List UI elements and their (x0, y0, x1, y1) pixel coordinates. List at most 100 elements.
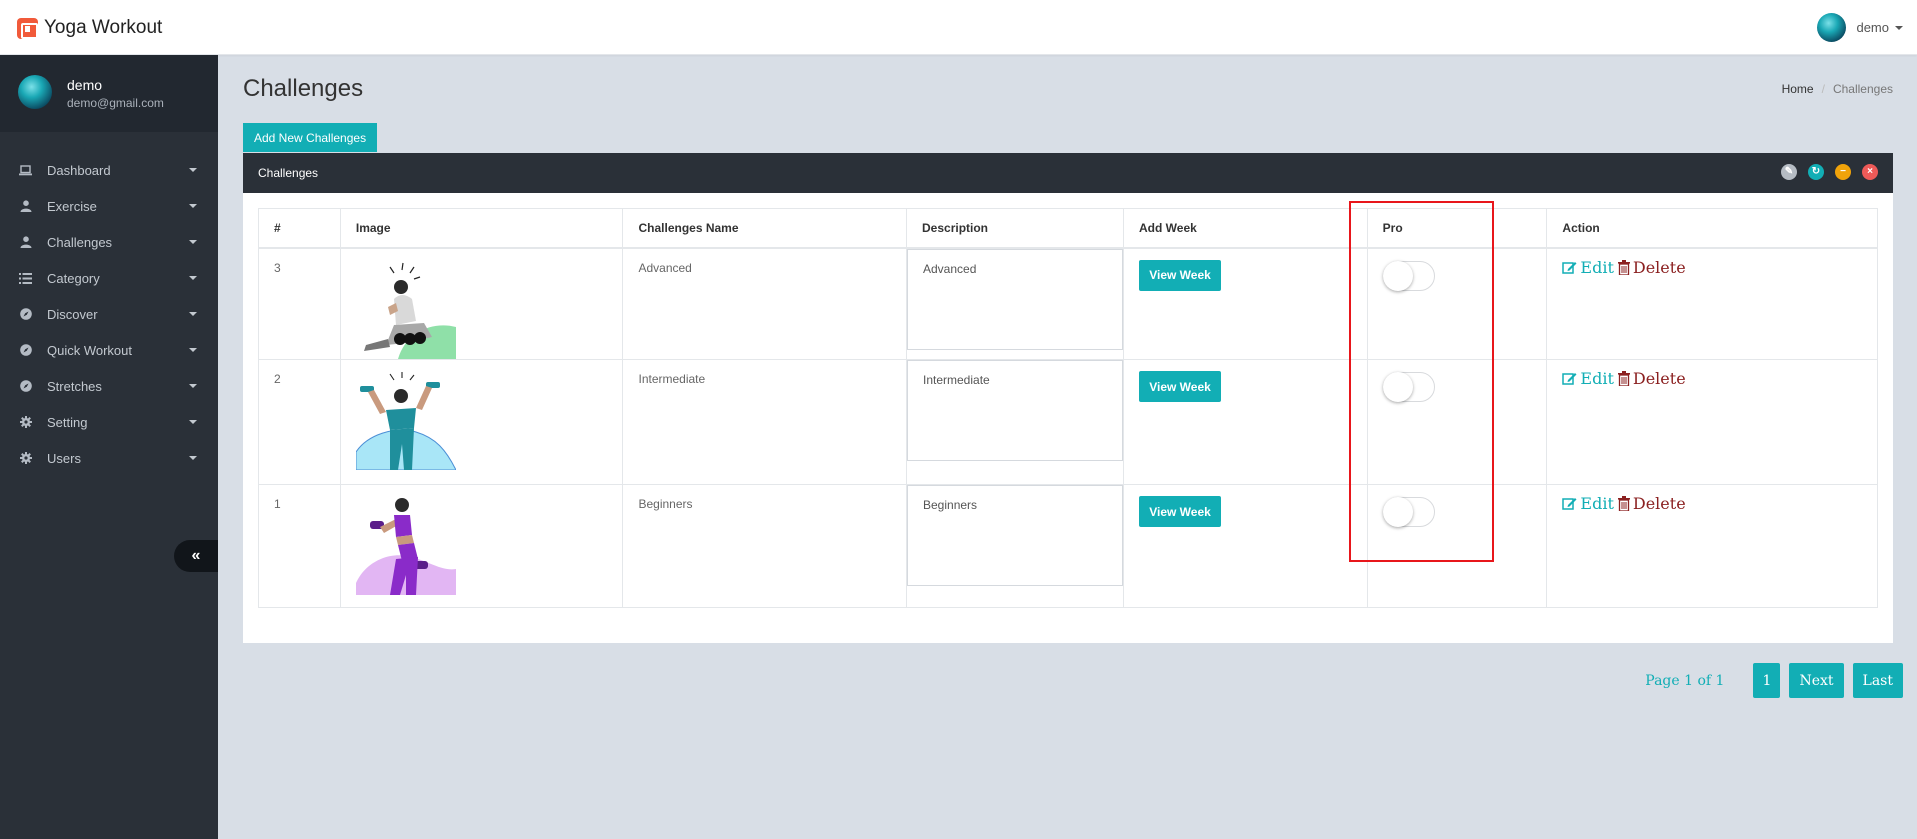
avatar (18, 75, 52, 109)
edit-label: Edit (1580, 369, 1614, 388)
refresh-icon[interactable]: ↻ (1808, 164, 1824, 180)
table-row: 3 Advanced Advanced View Week Edit Delet… (258, 247, 1878, 360)
add-week-cell: View Week (1123, 247, 1368, 360)
delete-label: Delete (1632, 369, 1686, 388)
sidebar-item-label: Stretches (47, 378, 102, 394)
table-header-row: # Image Challenges Name Description Add … (258, 208, 1878, 249)
trash-icon (1617, 496, 1630, 511)
chevron-down-icon (189, 456, 197, 460)
avatar (1817, 13, 1847, 42)
column-header[interactable]: Action (1546, 208, 1878, 249)
top-navbar: Yoga Workout demo (0, 0, 1917, 55)
chevron-down-icon (189, 384, 197, 388)
challenges-table: # Image Challenges Name Description Add … (258, 208, 1878, 608)
trash-icon (1617, 371, 1630, 386)
breadcrumb-current: Challenges (1832, 82, 1893, 96)
sidebar-item-stretches[interactable]: Stretches (0, 368, 218, 404)
sidebar-item-setting[interactable]: Setting (0, 404, 218, 440)
column-header[interactable]: Challenges Name (622, 208, 907, 249)
column-header[interactable]: Add Week (1123, 208, 1368, 249)
description-box: Beginners (907, 485, 1123, 586)
sidebar-item-label: Challenges (47, 234, 113, 250)
description-box: Advanced (907, 248, 1123, 350)
pro-toggle[interactable] (1382, 497, 1435, 527)
table-row: 2 Intermediate Intermediate View Week Ed… (258, 359, 1878, 485)
panel-header: Challenges ✎ ↻ − × (243, 153, 1893, 193)
challenge-name: Beginners (622, 484, 907, 608)
sidebar-item-category[interactable]: Category (0, 260, 218, 296)
breadcrumb-home-link[interactable]: Home (1782, 82, 1814, 96)
edit-icon[interactable]: ✎ (1781, 164, 1797, 180)
row-image-cell (339, 359, 624, 485)
user-icon (19, 200, 32, 213)
table-row: 1 Beginners Beginners View Week Edit Del… (258, 484, 1878, 608)
sidebar-collapse-button[interactable]: « (174, 540, 218, 572)
chevron-down-icon (189, 348, 197, 352)
column-header[interactable]: Description (906, 208, 1124, 249)
description-box: Intermediate (907, 360, 1123, 461)
row-actions: Edit Delete (1562, 369, 1862, 388)
user-name: demo (1856, 20, 1889, 35)
sidebar-item-label: Exercise (47, 198, 97, 214)
sidebar-item-label: Setting (47, 414, 88, 430)
breadcrumb: Home / Challenges (1782, 82, 1893, 96)
challenge-name: Intermediate (622, 359, 907, 485)
edit-icon (1562, 261, 1577, 274)
sidebar-item-users[interactable]: Users (0, 440, 218, 476)
compass-icon (19, 344, 32, 357)
minimize-icon[interactable]: − (1835, 164, 1851, 180)
add-new-challenge-button[interactable]: Add New Challenges (243, 123, 378, 152)
user-menu[interactable]: demo (1817, 13, 1903, 42)
sidebar-item-label: Quick Workout (47, 342, 133, 358)
app-logo-icon (17, 17, 38, 39)
pro-toggle[interactable] (1382, 260, 1435, 291)
sidebar-item-exercise[interactable]: Exercise (0, 188, 218, 224)
row-image-cell (339, 247, 624, 360)
delete-button[interactable]: Delete (1617, 257, 1686, 277)
column-header[interactable]: Image (339, 208, 624, 249)
last-page-button[interactable]: Last (1852, 663, 1903, 698)
next-page-button[interactable]: Next (1789, 663, 1844, 698)
close-icon[interactable]: × (1862, 164, 1878, 180)
page-info: Page 1 of 1 (1645, 672, 1725, 689)
row-actions: Edit Delete (1562, 494, 1862, 513)
column-header[interactable]: # (258, 208, 341, 249)
sidebar-item-dashboard[interactable]: Dashboard (0, 152, 218, 188)
toggle-knob (1382, 497, 1413, 527)
edit-button[interactable]: Edit (1562, 369, 1614, 388)
panel-title: Challenges (258, 166, 319, 180)
sidebar-item-quick-workout[interactable]: Quick Workout (0, 332, 218, 368)
view-week-button[interactable]: View Week (1139, 496, 1221, 527)
sidebar-profile: demo demo@gmail.com (0, 55, 218, 132)
view-week-button[interactable]: View Week (1139, 259, 1221, 291)
column-header[interactable]: Pro (1366, 208, 1548, 249)
trash-icon (1617, 259, 1630, 275)
gear-icon (19, 416, 32, 429)
sidebar-item-discover[interactable]: Discover (0, 296, 218, 332)
edit-button[interactable]: Edit (1562, 494, 1614, 513)
action-cell: Edit Delete (1546, 247, 1878, 360)
edit-button[interactable]: Edit (1562, 257, 1614, 277)
row-id: 1 (258, 484, 341, 608)
pro-cell (1366, 484, 1548, 608)
edit-label: Edit (1580, 257, 1614, 277)
sidebar-item-label: Dashboard (47, 162, 111, 178)
row-id: 2 (258, 359, 341, 485)
brand[interactable]: Yoga Workout (17, 15, 162, 41)
page-1-button[interactable]: 1 (1753, 663, 1781, 698)
pagination: Page 1 of 1 1 Next Last (1645, 663, 1903, 698)
description-cell: Beginners (906, 484, 1124, 608)
row-image-cell (339, 484, 624, 608)
compass-icon (19, 380, 32, 393)
sidebar-item-challenges[interactable]: Challenges (0, 224, 218, 260)
user-icon (19, 236, 32, 249)
pro-toggle[interactable] (1382, 372, 1435, 402)
double-chevron-left-icon: « (191, 547, 201, 564)
action-cell: Edit Delete (1546, 359, 1878, 485)
delete-button[interactable]: Delete (1617, 369, 1686, 388)
gear-icon (19, 452, 32, 465)
view-week-button[interactable]: View Week (1139, 371, 1221, 402)
sidebar: demo demo@gmail.com Dashboard Exercise C… (0, 55, 218, 839)
delete-label: Delete (1632, 257, 1686, 277)
delete-button[interactable]: Delete (1617, 494, 1686, 513)
